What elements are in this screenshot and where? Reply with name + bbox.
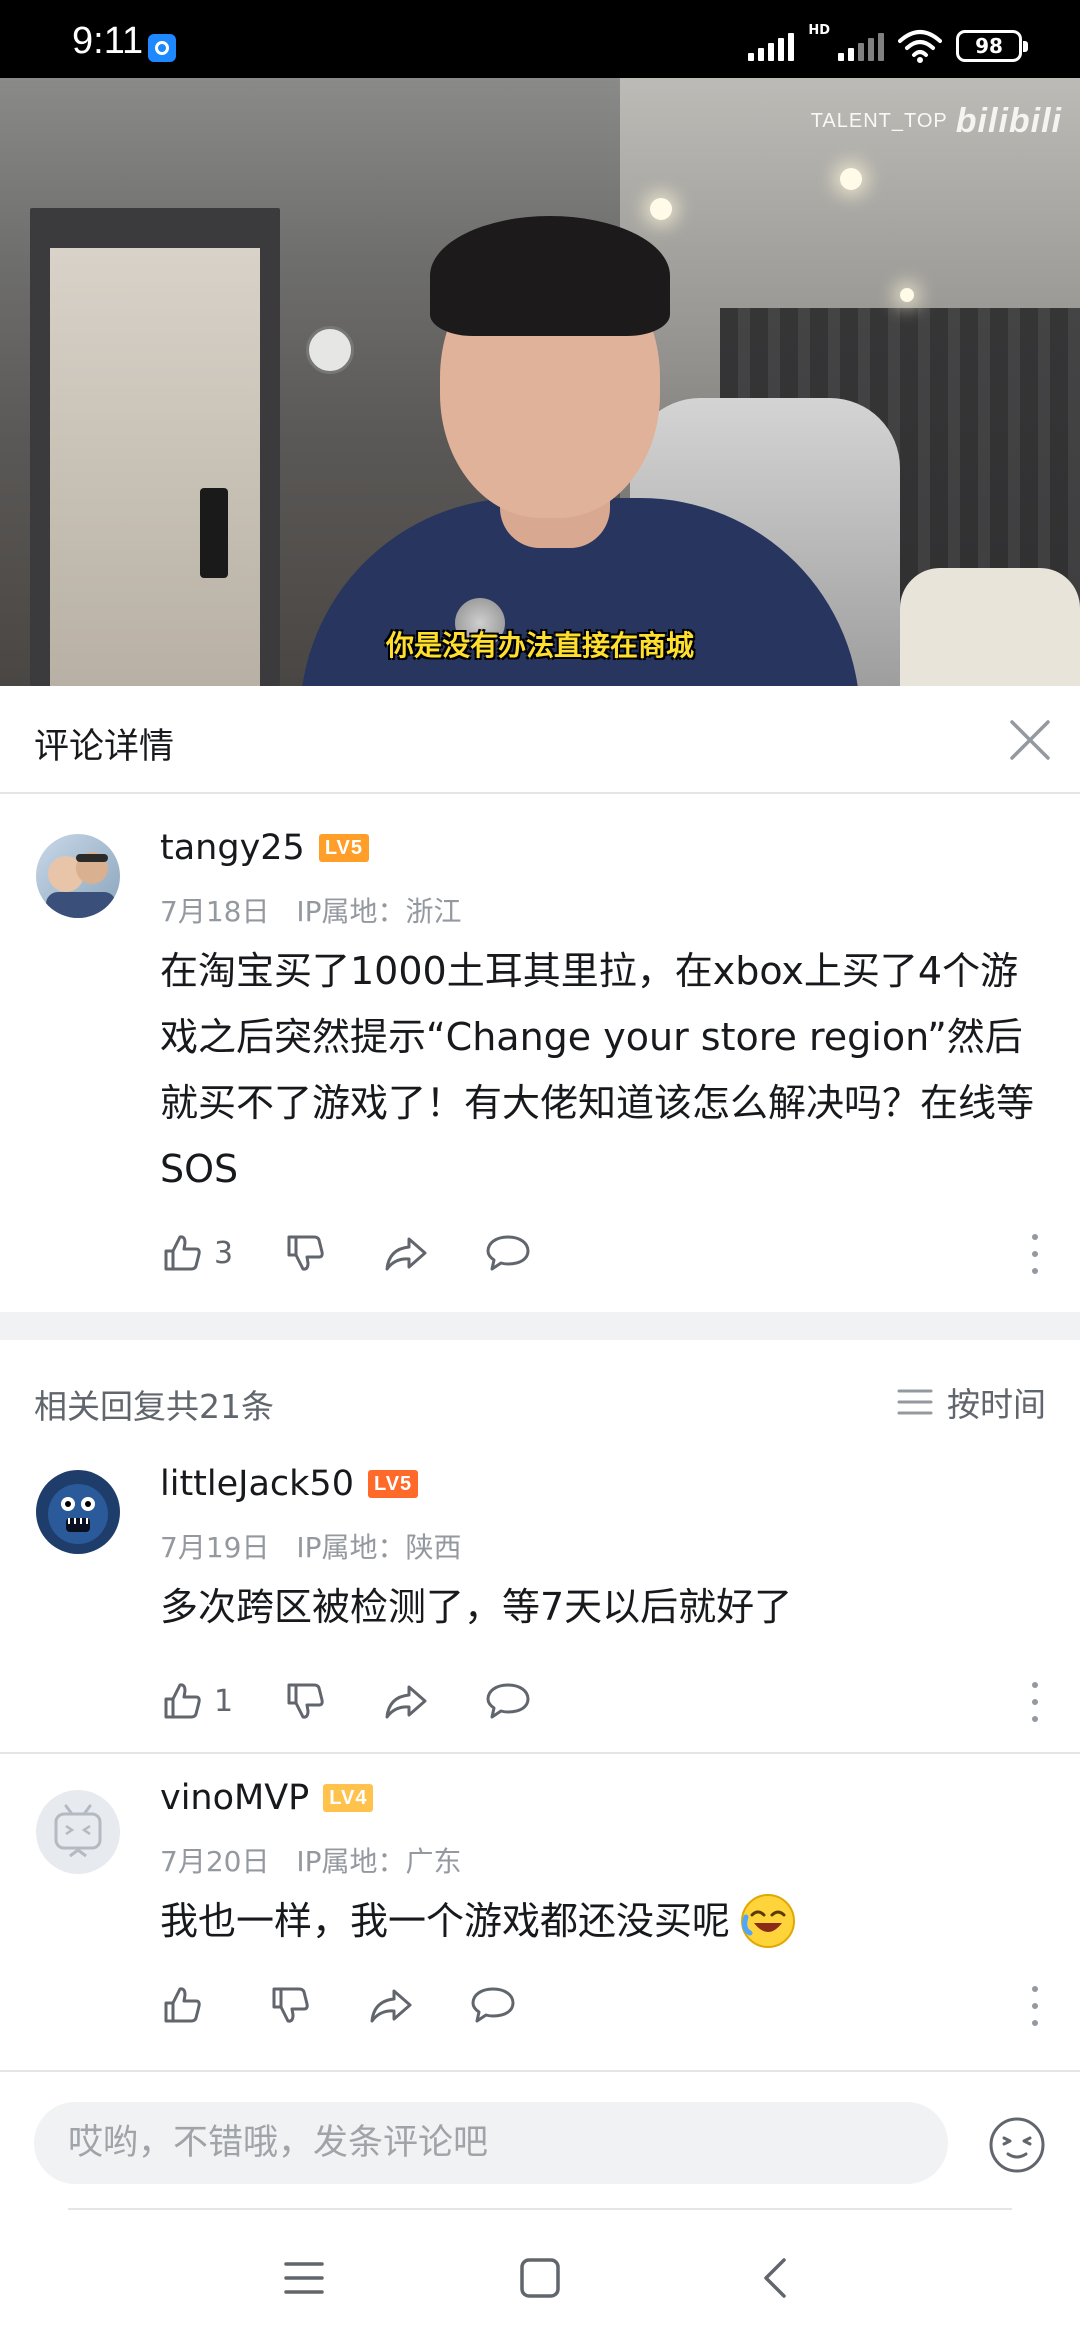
- more-options-icon[interactable]: [1030, 1682, 1040, 1722]
- signal-icon: [748, 31, 795, 61]
- reply-item: littleJack50 LV5 7月19日 IP属地：陕西 多次跨区被检测了，…: [0, 1440, 1080, 1752]
- system-nav-bar: [0, 2212, 1080, 2340]
- share-button[interactable]: [383, 1231, 429, 1275]
- comment-bubble-icon: [471, 1987, 515, 2023]
- reply-item: vinoMVP LV4 7月20日 IP属地：广东 我也一样，我一个游戏都还没买…: [0, 1754, 1080, 2070]
- share-button[interactable]: [368, 1983, 414, 2027]
- reply-button[interactable]: [470, 1983, 516, 2027]
- thumbs-down-icon: [287, 1683, 324, 1719]
- network-type-label: HD: [808, 22, 830, 38]
- ip-location: IP属地：陕西: [296, 1531, 462, 1564]
- status-time: 9:11: [72, 20, 144, 62]
- level-badge: LV5: [367, 1470, 419, 1498]
- comment-text: 在淘宝买了1000土耳其里拉，在xbox上买了4个游戏之后突然提示“Change…: [160, 949, 1035, 1191]
- comment-date: 7月18日: [160, 895, 270, 928]
- share-button[interactable]: [383, 1679, 429, 1723]
- like-count: 1: [214, 1683, 234, 1719]
- video-watermark: TALENT_TOP bilibili: [810, 102, 1062, 140]
- comment-input[interactable]: 哎哟，不错哦，发条评论吧: [34, 2102, 948, 2184]
- dislike-button[interactable]: [283, 1231, 327, 1275]
- sort-by-time-button[interactable]: 按时间: [897, 1378, 1046, 1426]
- more-options-icon[interactable]: [1030, 1234, 1040, 1274]
- ip-location: IP属地：浙江: [296, 895, 462, 928]
- like-button[interactable]: 1: [160, 1679, 233, 1723]
- comment-date: 7月19日: [160, 1531, 270, 1564]
- emoji-icon[interactable]: [988, 2116, 1046, 2174]
- share-icon: [385, 1237, 427, 1271]
- back-icon[interactable]: [746, 2248, 806, 2308]
- comment-text: 我也一样，我一个游戏都还没买呢: [160, 1899, 731, 1943]
- comment-bubble-icon: [486, 1683, 530, 1719]
- comment-bubble-icon: [486, 1235, 530, 1271]
- panel-title: 评论详情: [34, 727, 175, 767]
- main-comment: tangy25 LV5 7月18日 IP属地：浙江 在淘宝买了1000土耳其里拉…: [0, 794, 1080, 1312]
- more-options-icon[interactable]: [1030, 1986, 1040, 2026]
- avatar[interactable]: [36, 1790, 120, 1874]
- section-divider: [0, 1312, 1080, 1340]
- thumbs-down-icon: [272, 1987, 309, 2023]
- reply-button[interactable]: [485, 1679, 531, 1723]
- share-icon: [385, 1685, 427, 1719]
- thumbs-up-icon: [164, 1235, 201, 1271]
- signal-icon-2: [838, 31, 884, 61]
- dislike-button[interactable]: [283, 1679, 327, 1723]
- battery-level: 98: [975, 34, 1003, 58]
- bilibili-logo: bilibili: [955, 102, 1062, 140]
- clock-image: [306, 326, 354, 374]
- avatar[interactable]: [36, 834, 120, 918]
- thumbs-up-icon: [164, 1683, 201, 1719]
- username[interactable]: littleJack50: [160, 1464, 354, 1504]
- username[interactable]: tangy25: [160, 828, 305, 868]
- menu-icon[interactable]: [274, 2248, 334, 2308]
- app-notification-icon: [148, 34, 176, 62]
- video-subtitle: 你是没有办法直接在商城: [385, 629, 694, 662]
- comment-detail-header: 评论详情: [0, 686, 1080, 794]
- sort-list-icon: [897, 1389, 933, 1415]
- username[interactable]: vinoMVP: [160, 1778, 309, 1818]
- like-count: 3: [214, 1235, 234, 1271]
- comment-date: 7月20日: [160, 1845, 270, 1878]
- level-badge: LV4: [323, 1784, 374, 1812]
- replies-count: 相关回复共21条: [34, 1387, 274, 1426]
- close-icon[interactable]: [1000, 710, 1060, 770]
- sort-label: 按时间: [947, 1385, 1046, 1424]
- video-player[interactable]: TALENT_TOP bilibili 你是没有办法直接在商城: [0, 78, 1080, 686]
- reply-button[interactable]: [485, 1231, 531, 1275]
- thumbs-down-icon: [287, 1235, 324, 1271]
- avatar[interactable]: [36, 1470, 120, 1554]
- laughing-crying-emoji-icon: [741, 1894, 796, 1948]
- status-icons: HD 98: [748, 22, 1028, 66]
- like-button[interactable]: [160, 1983, 214, 2027]
- home-icon[interactable]: [510, 2248, 570, 2308]
- ip-location: IP属地：广东: [296, 1845, 462, 1878]
- level-badge: LV5: [318, 834, 370, 862]
- status-bar: 9:11 HD 98: [0, 0, 1080, 78]
- comment-input-bar: 哎哟，不错哦，发条评论吧: [0, 2070, 1080, 2212]
- wifi-icon: [898, 30, 942, 63]
- share-icon: [370, 1989, 412, 2023]
- thumbs-up-icon: [164, 1987, 201, 2023]
- like-button[interactable]: 3: [160, 1231, 233, 1275]
- dislike-button[interactable]: [268, 1983, 312, 2027]
- comment-text: 多次跨区被检测了，等7天以后就好了: [160, 1585, 793, 1629]
- battery-icon: 98: [956, 30, 1028, 62]
